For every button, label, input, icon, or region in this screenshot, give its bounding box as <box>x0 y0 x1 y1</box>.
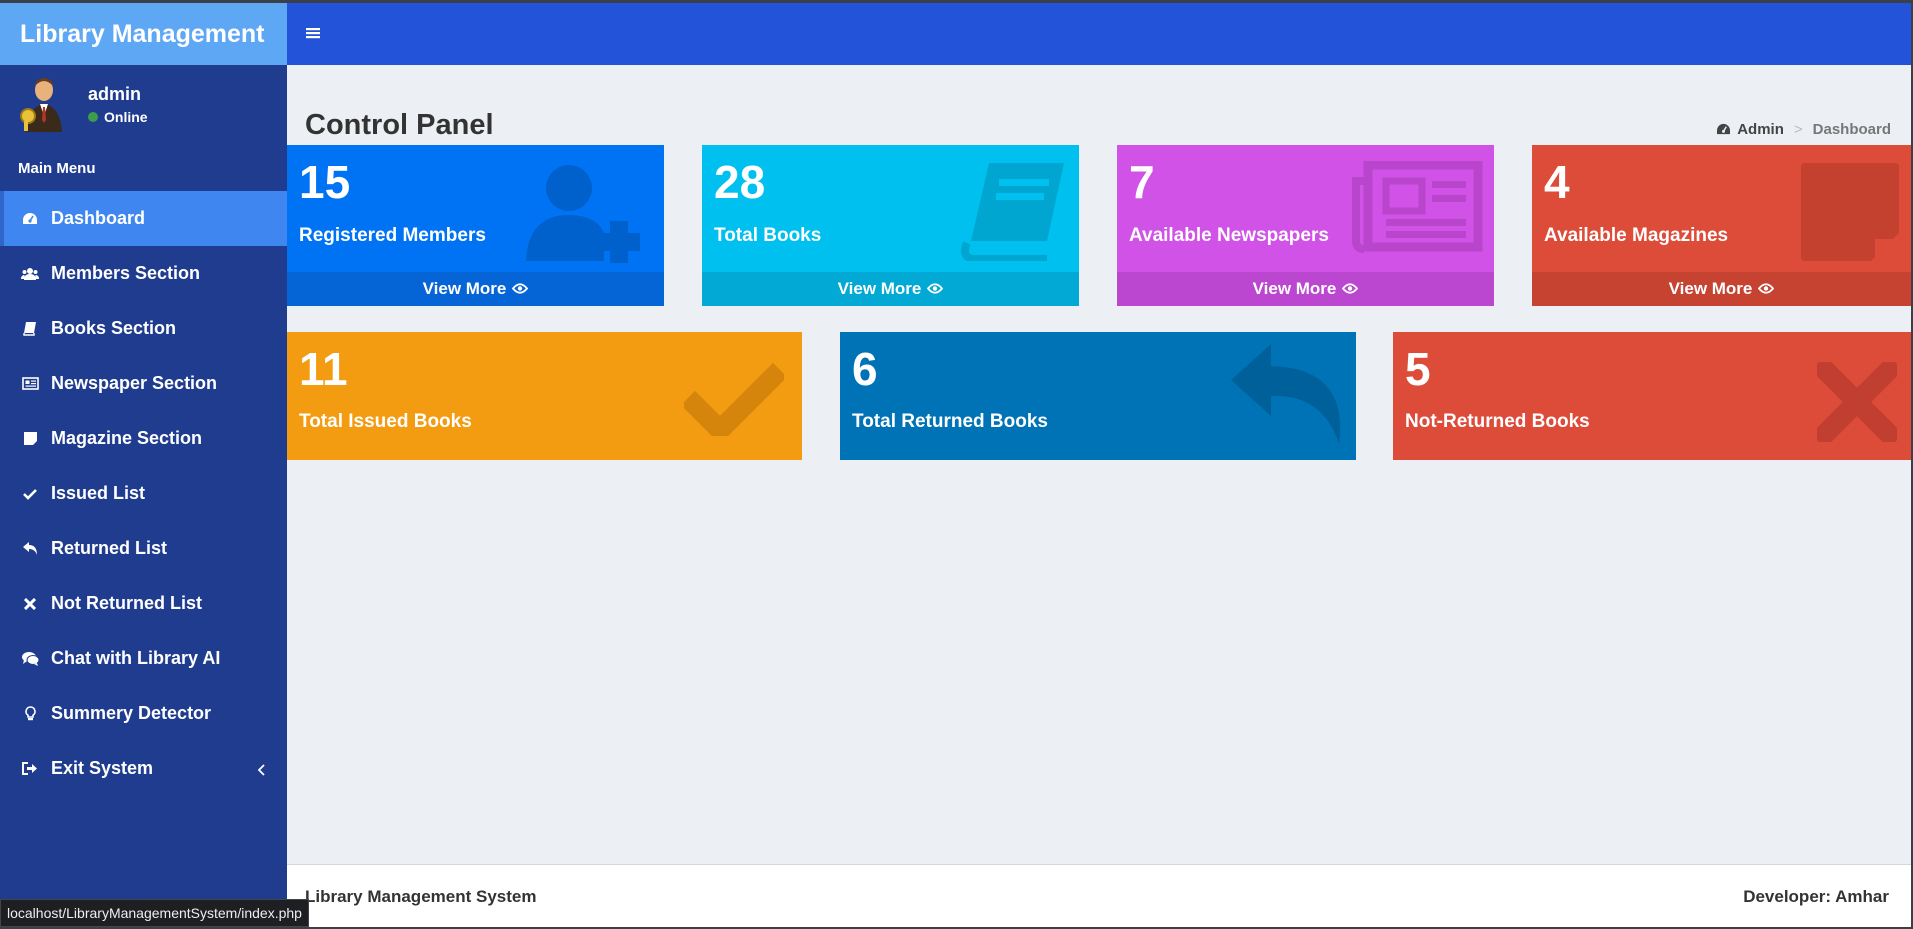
reply-icon <box>1231 344 1346 449</box>
sidebar: Library Management admin Online Main Men… <box>0 3 287 927</box>
sidebar-item-dashboard[interactable]: Dashboard <box>0 191 287 246</box>
hamburger-icon <box>306 28 320 39</box>
top-navbar <box>287 3 1911 65</box>
sidebar-toggle-button[interactable] <box>305 25 321 41</box>
sidebar-item-label: Newspaper Section <box>51 373 218 393</box>
browser-status-url: localhost/LibraryManagementSystem/index.… <box>0 899 309 927</box>
app-window: Library Management admin Online Main Men… <box>0 3 1911 927</box>
newspaper-icon <box>1352 160 1484 258</box>
menu-section-label: Main Menu <box>18 160 96 177</box>
stat-label: Total Books <box>714 225 822 246</box>
stat-value: 11 <box>299 343 348 395</box>
sidebar-item-exit-system[interactable]: Exit System <box>0 741 287 796</box>
footer-app-name: Library Management System <box>305 887 537 906</box>
comments-icon <box>20 649 40 669</box>
avatar <box>18 76 64 132</box>
stat-box-not-returned-books: 5 Not-Returned Books <box>1393 332 1911 460</box>
stat-box-total-books: 28 Total Books View More <box>702 145 1079 306</box>
stat-label: Registered Members <box>299 225 486 246</box>
page-title: Control Panel <box>305 109 494 141</box>
stat-label: Available Newspapers <box>1129 225 1329 246</box>
stat-value: 7 <box>1129 156 1155 208</box>
stat-label: Total Returned Books <box>852 411 1048 432</box>
breadcrumb: Admin > Dashboard <box>1716 121 1891 138</box>
times-icon <box>1815 360 1899 447</box>
user-status: Online <box>88 109 148 125</box>
stat-label: Available Magazines <box>1544 225 1729 246</box>
breadcrumb-current: Dashboard <box>1812 121 1891 138</box>
sign-out-icon <box>20 759 40 779</box>
check-icon <box>20 484 40 504</box>
sidebar-item-label: Exit System <box>51 758 154 778</box>
sidebar-item-label: Not Returned List <box>51 593 202 613</box>
stat-box-available-magazines: 4 Available Magazines View More <box>1532 145 1911 306</box>
sidebar-item-returned-list[interactable]: Returned List <box>0 521 287 576</box>
stat-label: Total Issued Books <box>299 411 472 432</box>
view-more-label: View More <box>837 279 922 298</box>
view-more-link[interactable]: View More <box>702 272 1079 306</box>
sticky-note-icon <box>20 429 40 449</box>
sidebar-item-books[interactable]: Books Section <box>0 301 287 356</box>
sidebar-item-newspaper[interactable]: Newspaper Section <box>0 356 287 411</box>
dashboard-icon <box>1717 123 1731 135</box>
sidebar-item-label: Members Section <box>51 263 201 283</box>
sidebar-item-label: Issued List <box>51 483 146 503</box>
stat-box-total-issued-books: 11 Total Issued Books <box>287 332 802 460</box>
sticky-note-icon <box>1799 163 1899 266</box>
sidebar-item-label: Dashboard <box>51 208 146 228</box>
eye-icon <box>512 279 529 299</box>
sidebar-item-chat-ai[interactable]: Chat with Library AI <box>0 631 287 686</box>
online-status-dot <box>88 111 98 122</box>
sidebar-item-label: Magazine Section <box>51 428 203 448</box>
brand-logo[interactable]: Library Management <box>0 3 287 65</box>
sidebar-item-members[interactable]: Members Section <box>0 246 287 301</box>
chevron-left-icon[interactable] <box>257 760 265 781</box>
sidebar-item-not-returned-list[interactable]: Not Returned List <box>0 576 287 631</box>
sidebar-item-magazine[interactable]: Magazine Section <box>0 411 287 466</box>
book-icon <box>959 161 1069 266</box>
view-more-link[interactable]: View More <box>1117 272 1494 306</box>
eye-icon <box>927 279 944 299</box>
stat-value: 4 <box>1544 156 1570 208</box>
reply-icon <box>20 539 40 559</box>
stat-value: 28 <box>714 156 766 208</box>
eye-icon <box>1758 279 1775 299</box>
newspaper-icon <box>20 374 40 394</box>
stat-box-available-newspapers: 7 Available Newspapers View More <box>1117 145 1494 306</box>
check-icon <box>680 360 788 441</box>
user-panel: admin Online <box>0 65 287 143</box>
user-plus-icon <box>524 163 654 268</box>
page-footer: Library Management System Developer: Amh… <box>287 864 1911 927</box>
breadcrumb-separator: > <box>1793 121 1803 138</box>
stat-box-registered-members: 15 Registered Members View More <box>287 145 664 306</box>
user-name: admin <box>88 83 142 104</box>
breadcrumb-admin-link[interactable]: Admin <box>1737 121 1784 138</box>
stat-value: 6 <box>852 343 878 395</box>
stat-value: 5 <box>1405 343 1431 395</box>
view-more-label: View More <box>1252 279 1337 298</box>
user-status-label: Online <box>104 108 148 125</box>
sidebar-item-label: Chat with Library AI <box>51 648 221 668</box>
sidebar-item-label: Summery Detector <box>51 703 212 723</box>
stat-label: Not-Returned Books <box>1405 411 1590 432</box>
main-content: Control Panel Admin > Dashboard 15 Regis… <box>287 65 1911 864</box>
view-more-label: View More <box>422 279 507 298</box>
stat-box-total-returned-books: 6 Total Returned Books <box>840 332 1356 460</box>
view-more-label: View More <box>1668 279 1753 298</box>
footer-developer: Developer: Amhar <box>1743 887 1889 906</box>
eye-icon <box>1342 279 1359 299</box>
sidebar-item-label: Returned List <box>51 538 168 558</box>
sidebar-item-summery-detector[interactable]: Summery Detector <box>0 686 287 741</box>
sidebar-menu: Dashboard Members Section Books Section … <box>0 191 287 796</box>
view-more-link[interactable]: View More <box>1532 272 1911 306</box>
sidebar-item-issued-list[interactable]: Issued List <box>0 466 287 521</box>
times-icon <box>20 594 40 614</box>
dashboard-icon <box>20 209 40 229</box>
book-icon <box>20 319 40 339</box>
lightbulb-icon <box>20 704 40 724</box>
stat-value: 15 <box>299 156 351 208</box>
sidebar-item-label: Books Section <box>51 318 177 338</box>
users-icon <box>20 264 40 284</box>
view-more-link[interactable]: View More <box>287 272 664 306</box>
